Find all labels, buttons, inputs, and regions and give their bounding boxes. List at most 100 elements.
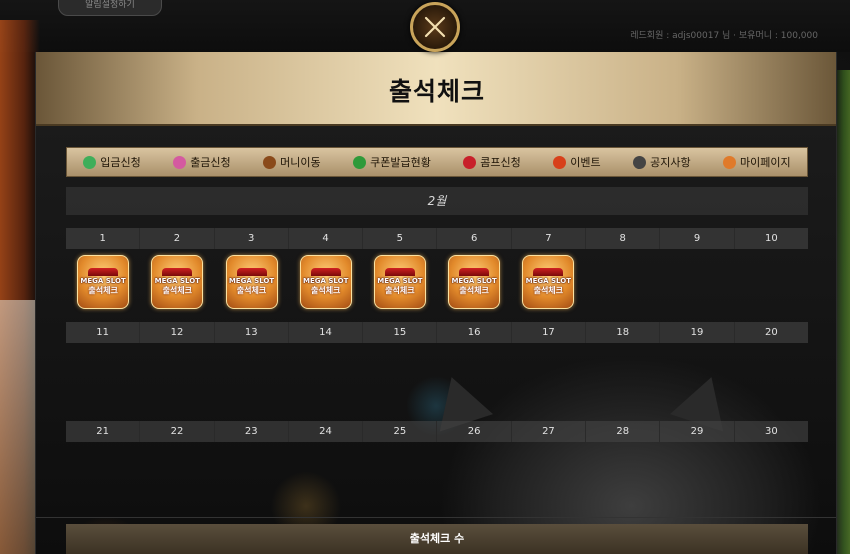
day-number: 1 xyxy=(66,228,141,249)
stamp-label: 출석체크 xyxy=(310,286,341,295)
stamp-label: 출석체크 xyxy=(385,286,415,295)
stamp-slot: MEGA SLOT 출석체크 xyxy=(437,252,511,312)
day-number: 20 xyxy=(734,322,808,343)
attendance-stamp: MEGA SLOT 출석체크 xyxy=(373,255,426,309)
stamp-slot xyxy=(734,346,808,406)
nav-item-7[interactable]: 마이페이지 xyxy=(723,154,791,170)
stamp-slot xyxy=(140,346,214,406)
attendance-stamp: MEGA SLOT 출석체크 xyxy=(225,255,278,309)
divider xyxy=(36,517,836,518)
day-number: 3 xyxy=(214,228,289,249)
day-number: 17 xyxy=(511,322,587,343)
day-number: 30 xyxy=(734,421,808,442)
crown-icon xyxy=(310,268,341,276)
day-number: 2 xyxy=(140,228,215,249)
crown-icon xyxy=(88,268,119,276)
attendance-modal: 출석체크 입금신청 출금신청 머니이동 쿠폰발급현황 콤프신청 이벤트 공지사항 마이페이지 … xyxy=(35,52,837,554)
day-number-row: 11 12 13 14 15 16 17 18 19 20 xyxy=(66,322,808,343)
stamp-slot xyxy=(734,252,808,312)
background-character-left-2 xyxy=(0,300,40,554)
stamp-slot xyxy=(437,445,511,505)
stamp-slot: MEGA SLOT 출석체크 xyxy=(214,252,288,312)
attendance-stamp: MEGA SLOT 출석체크 xyxy=(151,255,204,309)
crown-icon xyxy=(533,268,564,276)
stamp-slot xyxy=(214,346,288,406)
page: 알림설정하기 레드회원 : adjs00017 님 · 보유머니 : 100,0… xyxy=(0,0,850,554)
stamp-slot xyxy=(511,346,585,406)
crown-icon xyxy=(459,268,490,276)
stamp-slot xyxy=(734,445,808,505)
stamp-brand: MEGA SLOT xyxy=(80,277,126,285)
stamp-slot: MEGA SLOT 출석체크 xyxy=(511,252,585,312)
attendance-count-bar: 출석체크 수 xyxy=(66,524,808,554)
stamp-slot xyxy=(140,445,214,505)
day-number: 22 xyxy=(140,421,215,442)
attendance-stamp: MEGA SLOT 출석체크 xyxy=(299,255,352,309)
day-number: 12 xyxy=(140,322,215,343)
nav-item-label: 공지사항 xyxy=(650,156,691,169)
modal-title: 출석체크 xyxy=(388,77,485,106)
nav-item-label: 쿠폰발급현황 xyxy=(370,156,431,169)
stamp-brand: MEGA SLOT xyxy=(303,277,349,285)
stamp-label: 출석체크 xyxy=(88,286,118,295)
nav-item-6[interactable]: 공지사항 xyxy=(633,154,691,170)
stamp-slot xyxy=(437,346,511,406)
day-number: 19 xyxy=(660,322,735,343)
stamp-row xyxy=(66,346,808,406)
nav-item-label: 마이페이지 xyxy=(740,156,791,169)
nav-item-4[interactable]: 콤프신청 xyxy=(463,154,521,170)
star-icon xyxy=(553,155,567,169)
nav-item-label: 머니이동 xyxy=(280,156,321,169)
coin-icon xyxy=(173,155,187,169)
stamp-label: 출석체크 xyxy=(533,286,564,295)
crown-icon xyxy=(384,268,415,276)
day-number-row: 21 22 23 24 25 26 27 28 29 30 xyxy=(66,421,808,442)
day-number: 25 xyxy=(363,421,438,442)
stamp-slot: MEGA SLOT 출석체크 xyxy=(289,252,363,312)
stamp-slot xyxy=(660,346,734,406)
nav-item-2[interactable]: 머니이동 xyxy=(263,154,321,170)
crown-icon xyxy=(236,268,267,276)
house-icon xyxy=(723,155,737,169)
day-number: 15 xyxy=(363,322,438,343)
day-number: 8 xyxy=(586,228,661,249)
stamp-slot: MEGA SLOT 출석체크 xyxy=(363,252,437,312)
day-number: 10 xyxy=(734,228,808,249)
nav-item-label: 입금신청 xyxy=(100,156,141,169)
day-number: 28 xyxy=(586,421,661,442)
gift-icon xyxy=(353,155,367,169)
day-number: 7 xyxy=(511,228,587,249)
stamp-slot xyxy=(660,252,734,312)
stamp-slot xyxy=(585,252,659,312)
cherry-icon xyxy=(463,155,477,169)
nav-item-5[interactable]: 이벤트 xyxy=(553,154,601,170)
day-number: 29 xyxy=(660,421,735,442)
background-top-pill[interactable]: 알림설정하기 xyxy=(58,0,162,16)
nav-item-0[interactable]: 입금신청 xyxy=(83,154,141,170)
stamp-slot xyxy=(289,445,363,505)
stamp-slot xyxy=(511,445,585,505)
day-number: 16 xyxy=(437,322,512,343)
day-number: 23 xyxy=(214,421,289,442)
day-number: 6 xyxy=(437,228,512,249)
stamp-brand: MEGA SLOT xyxy=(154,277,200,285)
close-button[interactable] xyxy=(410,2,460,52)
nav-item-label: 출금신청 xyxy=(190,156,231,169)
nav-item-3[interactable]: 쿠폰발급현황 xyxy=(353,154,431,170)
stamp-slot xyxy=(585,346,659,406)
stamp-slot: MEGA SLOT 출석체크 xyxy=(140,252,214,312)
month-label: 2월 xyxy=(66,187,808,215)
modal-header: 출석체크 xyxy=(36,52,836,126)
nav-item-label: 콤프신청 xyxy=(480,156,521,169)
stamp-slot xyxy=(363,346,437,406)
nav-item-1[interactable]: 출금신청 xyxy=(173,154,231,170)
stamp-slot xyxy=(289,346,363,406)
day-number: 27 xyxy=(511,421,587,442)
day-number: 13 xyxy=(214,322,289,343)
money-bag-icon xyxy=(83,155,97,169)
stamp-slot xyxy=(214,445,288,505)
stamp-slot xyxy=(66,445,140,505)
day-number: 14 xyxy=(288,322,364,343)
stamp-brand: MEGA SLOT xyxy=(228,277,275,285)
day-number: 11 xyxy=(66,322,141,343)
